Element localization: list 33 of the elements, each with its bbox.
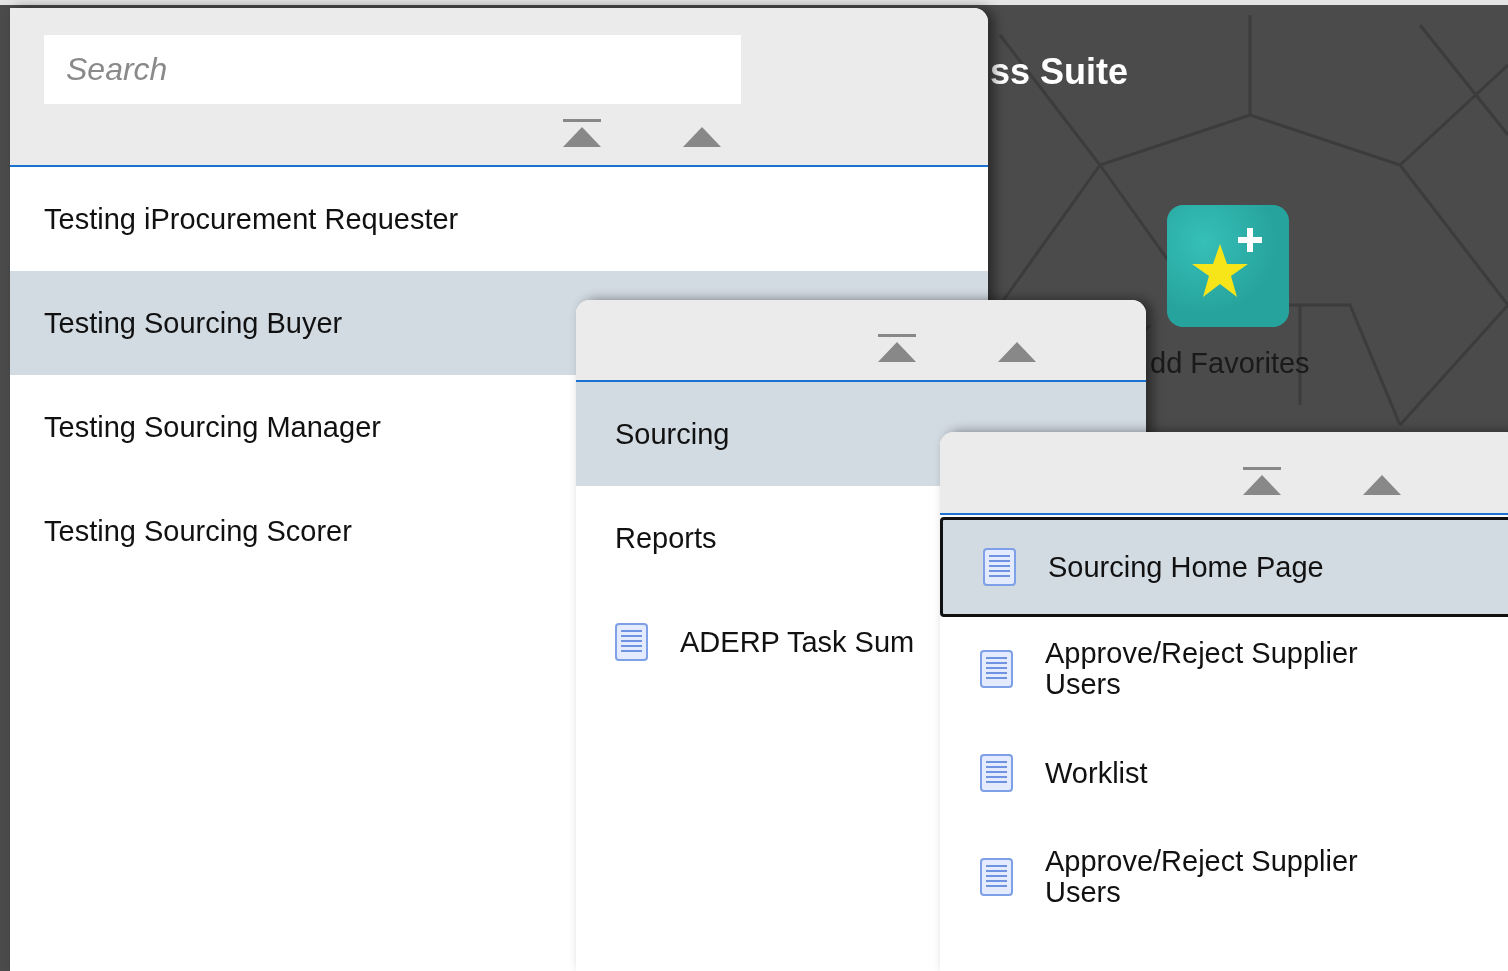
item-label: Testing iProcurement Requester [44, 203, 459, 235]
item-label: Sourcing Home Page [1048, 551, 1324, 583]
scroll-to-top-button[interactable] [878, 334, 916, 362]
page-link-item[interactable]: Sourcing Home Page [940, 517, 1508, 617]
scroll-to-top-icon [1243, 467, 1281, 495]
scroll-up-icon [998, 342, 1036, 362]
item-label: Testing Sourcing Buyer [44, 307, 343, 339]
scroll-up-icon [683, 127, 721, 147]
page-link-item[interactable]: Approve/Reject Supplier Users [940, 825, 1508, 929]
scroll-up-button[interactable] [683, 127, 721, 147]
page-link-item[interactable]: Worklist [940, 721, 1508, 825]
document-icon [980, 858, 1013, 896]
scroll-up-button[interactable] [998, 342, 1036, 362]
item-label: Sourcing [615, 418, 730, 450]
item-label: Approve/Reject Supplier Users [1045, 638, 1359, 700]
document-icon [980, 650, 1013, 688]
scroll-to-top-icon [563, 119, 601, 147]
menu-item[interactable]: Testing iProcurement Requester [10, 167, 988, 271]
page-link-item[interactable]: Approve/Reject Supplier Users [940, 617, 1508, 721]
scroll-up-button[interactable] [1363, 475, 1401, 495]
item-label: Approve/Reject Supplier Users [1045, 846, 1359, 908]
item-label: Worklist [1045, 757, 1148, 789]
item-label: ADERP Task Sum [680, 626, 915, 658]
search-field[interactable]: Search [44, 35, 741, 104]
document-icon [615, 623, 648, 661]
scroll-up-icon [1363, 475, 1401, 495]
scroll-to-top-icon [878, 334, 916, 362]
add-favorites-tile[interactable] [1167, 205, 1289, 327]
page-title: ss Suite [990, 51, 1129, 93]
document-icon [980, 754, 1013, 792]
document-icon [983, 548, 1016, 586]
scroll-to-top-button[interactable] [1243, 467, 1281, 495]
scroll-to-top-button[interactable] [563, 119, 601, 147]
